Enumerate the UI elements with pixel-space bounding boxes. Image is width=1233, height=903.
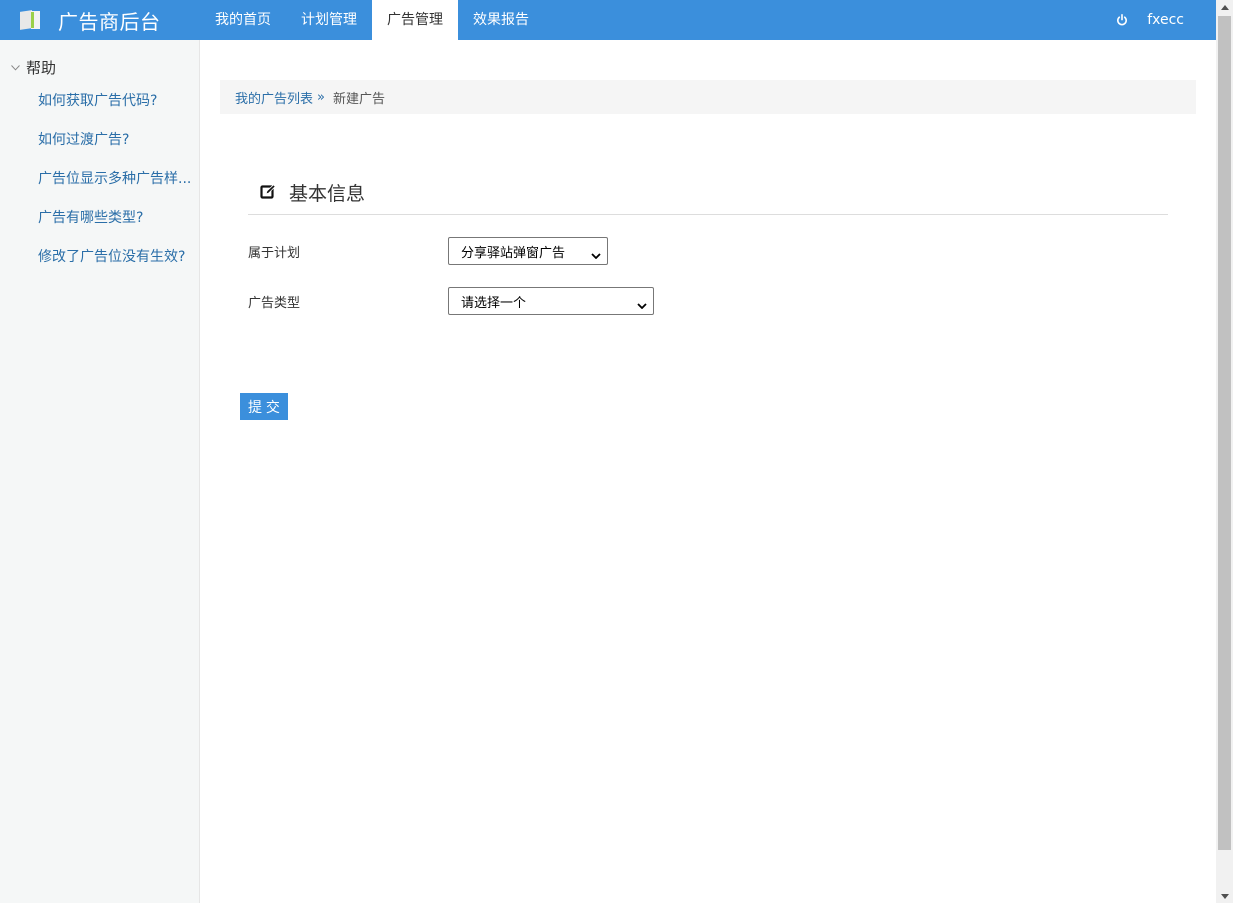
breadcrumb-separator: » [317,89,325,105]
book-logo-icon [18,9,42,31]
breadcrumb-current: 新建广告 [332,91,385,107]
ad-type-label: 广告类型 [248,295,301,311]
submit-button[interactable]: 提 交 [240,393,288,420]
breadcrumb-link-ad-list[interactable]: 我的广告列表 [235,88,313,107]
nav-item-home[interactable]: 我的首页 [200,0,286,40]
nav-item-plans[interactable]: 计划管理 [286,0,372,40]
section-title: 基本信息 [289,182,366,205]
help-list: 如何获取广告代码? 如何过渡广告? 广告位显示多种广告样... 广告有哪些类型?… [38,92,194,287]
help-link-types[interactable]: 广告有哪些类型? [38,209,194,248]
nav-item-reports[interactable]: 效果报告 [458,0,544,40]
main-nav: 我的首页 计划管理 广告管理 效果报告 [200,0,544,40]
plan-select[interactable]: 分享驿站弹窗广告 [448,237,608,265]
help-title: 帮助 [26,59,57,77]
sidebar: 帮助 如何获取广告代码? 如何过渡广告? 广告位显示多种广告样... 广告有哪些… [0,40,200,903]
nav-item-ads[interactable]: 广告管理 [372,0,458,40]
ad-type-select-value: 请选择一个 [461,295,527,311]
chevron-down-icon [637,298,647,310]
edit-icon [260,184,276,200]
help-link-not-effective[interactable]: 修改了广告位没有生效? [38,248,194,287]
username[interactable]: fxecc [1147,12,1184,28]
chevron-down-icon [591,248,601,260]
top-navbar: 广告商后台 我的首页 计划管理 广告管理 效果报告 fxecc [0,0,1216,40]
section-header: 基本信息 [248,170,1168,215]
scrollbar-thumb[interactable] [1218,16,1231,850]
scroll-down-arrow-icon[interactable] [1216,889,1233,903]
help-link-multiple-styles[interactable]: 广告位显示多种广告样... [38,170,194,209]
form-row-plan: 属于计划 分享驿站弹窗广告 [248,237,608,265]
ad-type-select[interactable]: 请选择一个 [448,287,654,315]
help-section-header[interactable]: 帮助 [10,57,56,78]
power-icon[interactable] [1115,13,1129,27]
form-row-ad-type: 广告类型 请选择一个 [248,287,654,315]
breadcrumb: 我的广告列表 » 新建广告 [220,80,1196,114]
plan-label: 属于计划 [248,245,301,261]
app-title: 广告商后台 [58,9,161,34]
help-link-get-code[interactable]: 如何获取广告代码? [38,92,194,131]
brand[interactable]: 广告商后台 [18,0,161,40]
plan-select-value: 分享驿站弹窗广告 [461,245,566,261]
vertical-scrollbar[interactable] [1216,0,1233,903]
scroll-up-arrow-icon[interactable] [1216,0,1233,14]
help-link-transition[interactable]: 如何过渡广告? [38,131,194,170]
user-area: fxecc [1115,0,1184,40]
chevron-down-icon [10,63,20,73]
